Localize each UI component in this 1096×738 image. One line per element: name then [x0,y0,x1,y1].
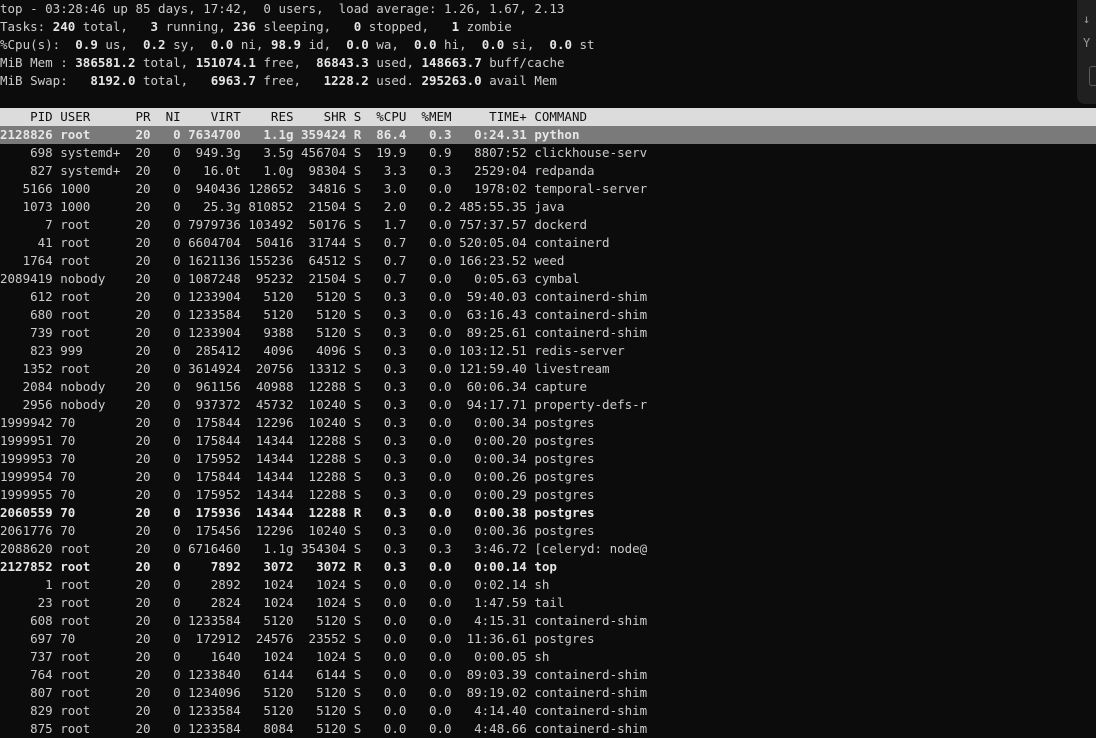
tasks-label: stopped, [361,19,452,34]
swap-label: total, [135,73,211,88]
summary-swap-line: MiB Swap: 8192.0 total, 6963.7 free, 122… [0,72,557,90]
summary-mem-line: MiB Mem : 386581.2 total, 151074.1 free,… [0,54,565,72]
process-row[interactable]: 7 root 20 0 7979736 103492 50176 S 1.7 0… [0,216,587,234]
cpu-label: wa, [368,37,414,52]
tasks-label: zombie [459,19,512,34]
scroll-down-icon[interactable]: ↓ [1083,12,1090,26]
cpu-label: us, [97,37,143,52]
process-row[interactable]: 612 root 20 0 1233904 5120 5120 S 0.3 0.… [0,288,647,306]
mem-total: 386581.2 [75,55,136,70]
process-row[interactable]: 1999954 70 20 0 175844 14344 12288 S 0.3… [0,468,595,486]
cpu-label: sy, [165,37,211,52]
cpu-ni: 0.0 [210,37,234,52]
process-row[interactable]: 1999955 70 20 0 175952 14344 12288 S 0.3… [0,486,595,504]
terminal-window[interactable]: top - 03:28:46 up 85 days, 17:42, 0 user… [0,0,1096,738]
mem-label: free, [255,55,317,70]
swap-avail-mem: 295263.0 [421,73,482,88]
process-row[interactable]: 827 systemd+ 20 0 16.0t 1.0g 98304 S 3.3… [0,162,594,180]
process-row[interactable]: 737 root 20 0 1640 1024 1024 S 0.0 0.0 0… [0,648,549,666]
process-row-running[interactable]: 2060559 70 20 0 175936 14344 12288 R 0.3… [0,504,595,522]
process-row[interactable]: 1 root 20 0 2892 1024 1024 S 0.0 0.0 0:0… [0,576,549,594]
mem-used: 86843.3 [316,55,369,70]
swap-label: avail Mem [481,73,557,88]
tasks-label: Tasks: [0,19,53,34]
process-row[interactable]: 2084 nobody 20 0 961156 40988 12288 S 0.… [0,378,587,396]
tasks-running: 3 [150,19,159,34]
cpu-hi: 0.0 [413,37,437,52]
process-row-selected[interactable]: 2128826 root 20 0 7634700 1.1g 359424 R … [0,126,1096,144]
swap-label: MiB Swap: [0,73,91,88]
cpu-label: si, [504,37,550,52]
summary-cpu-line: %Cpu(s): 0.9 us, 0.2 sy, 0.0 ni, 98.9 id… [0,36,595,54]
process-row[interactable]: 697 70 20 0 172912 24576 23552 S 0.0 0.0… [0,630,594,648]
process-row[interactable]: 608 root 20 0 1233584 5120 5120 S 0.0 0.… [0,612,647,630]
process-row[interactable]: 1999953 70 20 0 175952 14344 12288 S 0.3… [0,450,595,468]
process-row[interactable]: 2088620 root 20 0 6716460 1.1g 354304 S … [0,540,647,558]
cpu-id: 98.9 [270,37,302,52]
summary-uptime-line: top - 03:28:46 up 85 days, 17:42, 0 user… [0,0,564,18]
process-row[interactable]: 1073 1000 20 0 25.3g 810852 21504 S 2.0 … [0,198,565,216]
cpu-label: st [572,37,595,52]
swap-used: 1228.2 [323,73,369,88]
process-row[interactable]: 823 999 20 0 285412 4096 4096 S 0.3 0.0 … [0,342,625,360]
swap-label: used. [368,73,422,88]
process-row[interactable]: 807 root 20 0 1234096 5120 5120 S 0.0 0.… [0,684,647,702]
cpu-label: %Cpu(s): [0,37,76,52]
process-row[interactable]: 1999942 70 20 0 175844 12296 10240 S 0.3… [0,414,595,432]
mem-buff-cache: 148663.7 [421,55,482,70]
process-row[interactable]: 1764 root 20 0 1621136 155236 64512 S 0.… [0,252,565,270]
cpu-st: 0.0 [549,37,572,52]
process-row[interactable]: 2061776 70 20 0 175456 12296 10240 S 0.3… [0,522,595,540]
cpu-si: 0.0 [481,37,505,52]
process-row[interactable]: 5166 1000 20 0 940436 128652 34816 S 3.0… [0,180,648,198]
process-row[interactable]: 680 root 20 0 1233584 5120 5120 S 0.3 0.… [0,306,647,324]
tasks-label: total, [75,19,151,34]
side-panel[interactable]: ↓ Y [1077,0,1096,104]
tasks-label: running, [158,19,234,34]
cpu-sy: 0.2 [143,37,166,52]
process-row[interactable]: 23 root 20 0 2824 1024 1024 S 0.0 0.0 1:… [0,594,565,612]
process-row[interactable]: 2956 nobody 20 0 937372 45732 10240 S 0.… [0,396,648,414]
process-row[interactable]: 875 root 20 0 1233584 8084 5120 S 0.0 0.… [0,720,647,738]
cpu-label: ni, [233,37,271,52]
process-row[interactable]: 739 root 20 0 1233904 9388 5120 S 0.3 0.… [0,324,647,342]
swap-free: 6963.7 [210,73,256,88]
process-row[interactable]: 41 root 20 0 6604704 50416 31744 S 0.7 0… [0,234,610,252]
cpu-label: hi, [436,37,482,52]
process-row[interactable]: 829 root 20 0 1233584 5120 5120 S 0.0 0.… [0,702,647,720]
side-panel-label: Y [1083,36,1091,50]
swap-label: free, [255,73,324,88]
cpu-label: id, [301,37,347,52]
mem-label: total, [135,55,196,70]
summary-tasks-line: Tasks: 240 total, 3 running, 236 sleepin… [0,18,512,36]
uptime-text: top - 03:28:46 up 85 days, 17:42, 0 user… [0,1,565,16]
process-row[interactable]: 1352 root 20 0 3614924 20756 13312 S 0.3… [0,360,610,378]
cpu-wa: 0.0 [346,37,369,52]
mem-label: used, [368,55,422,70]
mem-label: MiB Mem : [0,55,76,70]
process-table-header: PID USER PR NI VIRT RES SHR S %CPU %MEM … [0,108,1096,126]
tasks-label: sleeping, [255,19,354,34]
process-row-running[interactable]: 2127852 root 20 0 7892 3072 3072 R 0.3 0… [0,558,557,576]
process-row[interactable]: 698 systemd+ 20 0 949.3g 3.5g 456704 S 1… [0,144,647,162]
process-row[interactable]: 764 root 20 0 1233840 6144 6144 S 0.0 0.… [0,666,647,684]
tasks-zombie: 1 [451,19,460,34]
swap-total: 8192.0 [90,73,136,88]
process-row[interactable]: 1999951 70 20 0 175844 14344 12288 S 0.3… [0,432,595,450]
process-row[interactable]: 2089419 nobody 20 0 1087248 95232 21504 … [0,270,579,288]
tasks-total: 240 [52,19,76,34]
tasks-sleeping: 236 [233,19,256,34]
mem-free: 151074.1 [195,55,256,70]
cpu-us: 0.9 [75,37,98,52]
mem-label: buff/cache [481,55,565,70]
panel-handle-icon[interactable] [1089,66,1096,86]
